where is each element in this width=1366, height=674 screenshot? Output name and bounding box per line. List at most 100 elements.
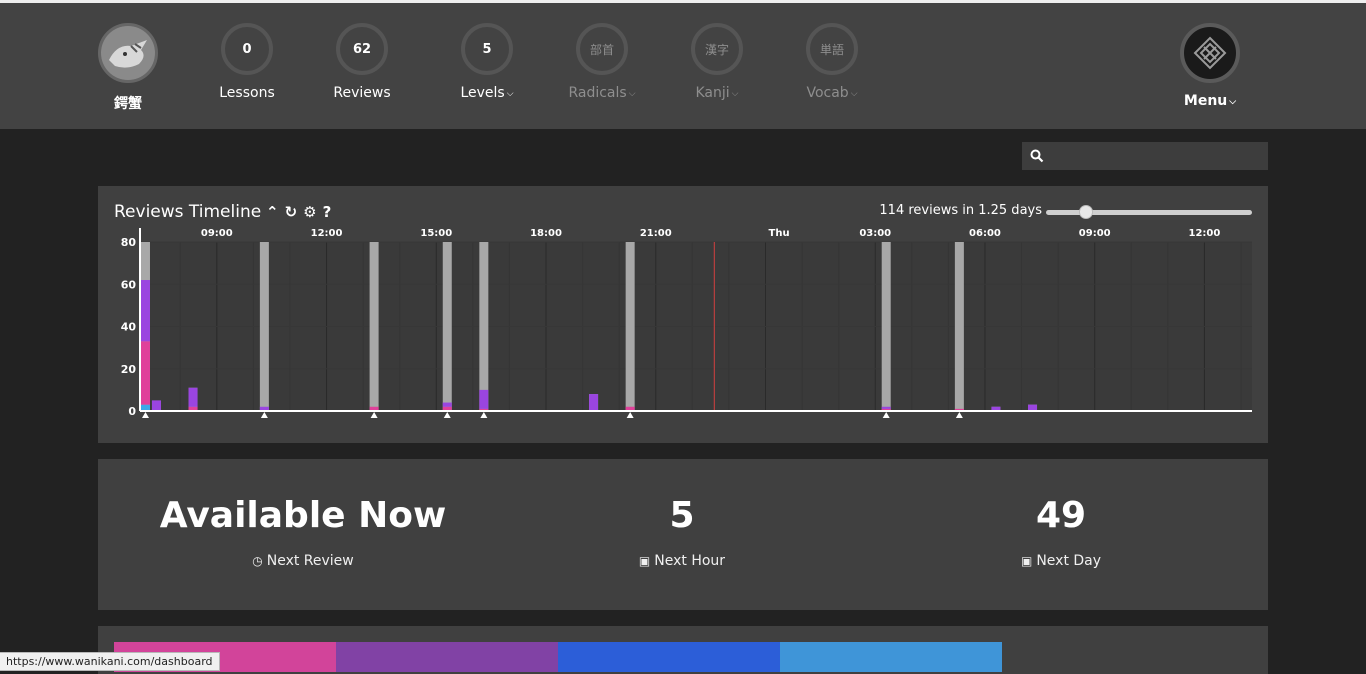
lessons-label[interactable]: Lessons xyxy=(187,85,307,101)
bar-kanji xyxy=(151,400,161,411)
time-label: 03:00 xyxy=(859,228,891,239)
vocab-label: Vocab xyxy=(806,85,849,101)
browser-status-url: https://www.wanikani.com/dashboard xyxy=(0,652,220,671)
forecast-next-review: Available Now ◷ Next Review xyxy=(153,489,453,569)
help-icon[interactable]: ? xyxy=(323,203,332,221)
y-tick-label: 0 xyxy=(128,405,136,418)
kanji-label: Kanji xyxy=(695,85,730,101)
bar-total xyxy=(479,242,489,411)
time-label: 18:00 xyxy=(530,228,562,239)
kanji-dropdown[interactable]: Kanji ⌵ xyxy=(657,85,777,101)
next-review-caption: ◷ Next Review xyxy=(153,553,453,569)
review-marker-icon xyxy=(141,412,149,418)
kanji-glyph[interactable]: 漢字 xyxy=(691,23,743,75)
time-label: 09:00 xyxy=(201,228,233,239)
chevron-down-icon: ⌵ xyxy=(506,89,514,99)
chevron-down-icon: ⌵ xyxy=(850,89,858,99)
time-label: 12:00 xyxy=(311,228,343,239)
avatar[interactable] xyxy=(98,23,158,83)
bar-total xyxy=(259,242,269,411)
bar-total xyxy=(442,242,452,411)
search-input[interactable] xyxy=(1050,142,1264,172)
time-label: 06:00 xyxy=(969,228,1001,239)
nav-user[interactable]: 鍔蟹 xyxy=(68,23,188,113)
refresh-icon[interactable]: ↻ xyxy=(285,203,298,221)
lessons-count[interactable]: 0 xyxy=(221,23,273,75)
nav-vocab[interactable]: 単語 Vocab ⌵ xyxy=(772,23,892,101)
reviews-count[interactable]: 62 xyxy=(336,23,388,75)
chevron-down-icon: ⌵ xyxy=(731,89,739,99)
next-day-label: Next Day xyxy=(1036,553,1102,569)
bar-kanji xyxy=(589,394,599,411)
review-marker-icon xyxy=(260,412,268,418)
y-tick-label: 40 xyxy=(121,321,137,334)
review-marker-icon xyxy=(955,412,963,418)
gear-icon[interactable]: ⚙ xyxy=(303,203,316,221)
next-hour-caption: ▣ Next Hour xyxy=(582,553,782,569)
bar-kanji xyxy=(479,389,489,409)
review-marker-icon xyxy=(480,412,488,418)
forecast-next-hour: 5 ▣ Next Hour xyxy=(582,489,782,569)
time-label: 21:00 xyxy=(640,228,672,239)
nav-menu[interactable]: Menu ⌵ xyxy=(1150,23,1270,109)
chevron-down-icon: ⌵ xyxy=(628,89,636,99)
time-label: 15:00 xyxy=(420,228,452,239)
reviews-label[interactable]: Reviews xyxy=(302,85,422,101)
slider-handle[interactable] xyxy=(1078,205,1093,219)
next-hour-value: 5 xyxy=(669,495,695,536)
next-review-value: Available Now xyxy=(159,495,447,536)
srs-segment[interactable] xyxy=(558,642,780,672)
nav-radicals[interactable]: 部首 Radicals ⌵ xyxy=(542,23,662,101)
radicals-glyph[interactable]: 部首 xyxy=(576,23,628,75)
logo-icon[interactable] xyxy=(1180,23,1240,83)
timeline-summary: 114 reviews in 1.25 days xyxy=(879,203,1042,218)
bar-total xyxy=(369,242,379,411)
nav-lessons[interactable]: 0 Lessons xyxy=(187,23,307,101)
bar-kanji xyxy=(140,280,150,342)
inbox-icon: ▣ xyxy=(1020,554,1033,568)
bar-kanji xyxy=(442,402,452,407)
clock-icon: ◷ xyxy=(252,554,263,568)
next-hour-label: Next Hour xyxy=(654,553,726,569)
next-day-caption: ▣ Next Day xyxy=(961,553,1161,569)
vocab-glyph[interactable]: 単語 xyxy=(806,23,858,75)
nav-kanji[interactable]: 漢字 Kanji ⌵ xyxy=(657,23,777,101)
time-label: 12:00 xyxy=(1189,228,1221,239)
radicals-label: Radicals xyxy=(568,85,627,101)
time-label: Thu xyxy=(769,228,790,239)
levels-dropdown[interactable]: Levels ⌵ xyxy=(427,85,547,101)
bar-kanji xyxy=(188,387,198,407)
search-icon xyxy=(1030,149,1044,163)
review-marker-icon xyxy=(443,412,451,418)
srs-progress-panel xyxy=(98,626,1268,674)
y-tick-label: 60 xyxy=(121,278,137,291)
chevron-down-icon: ⌵ xyxy=(1229,97,1237,107)
user-name[interactable]: 鍔蟹 xyxy=(68,93,188,113)
vocab-dropdown[interactable]: Vocab ⌵ xyxy=(772,85,892,101)
timeline-range-slider[interactable] xyxy=(1046,205,1252,219)
y-tick-label: 20 xyxy=(121,363,137,376)
y-tick-label: 80 xyxy=(121,236,137,249)
next-day-value: 49 xyxy=(1035,495,1087,536)
srs-segment[interactable] xyxy=(780,642,1002,672)
bar-total xyxy=(881,242,891,411)
bar-total xyxy=(625,242,635,411)
next-review-label: Next Review xyxy=(266,553,354,569)
nav-levels[interactable]: 5 Levels ⌵ xyxy=(427,23,547,101)
header-nav: 鍔蟹 0 Lessons 62 Reviews 5 Levels ⌵ 部首 Rad… xyxy=(0,3,1366,129)
collapse-chevron-up-icon[interactable]: ⌃ xyxy=(266,203,279,221)
timeline-controls: ⌃ ↻ ⚙ ? xyxy=(266,203,331,221)
review-marker-icon xyxy=(626,412,634,418)
levels-count[interactable]: 5 xyxy=(461,23,513,75)
radicals-dropdown[interactable]: Radicals ⌵ xyxy=(542,85,662,101)
search-box[interactable] xyxy=(1022,142,1268,172)
bar-radical xyxy=(140,341,150,405)
srs-segment[interactable] xyxy=(336,642,558,672)
forecast-panel: Available Now ◷ Next Review 5 ▣ Next Hour … xyxy=(98,459,1268,610)
review-marker-icon xyxy=(882,412,890,418)
nav-reviews[interactable]: 62 Reviews xyxy=(302,23,422,101)
forecast-next-day: 49 ▣ Next Day xyxy=(961,489,1161,569)
menu-dropdown[interactable]: Menu ⌵ xyxy=(1150,93,1270,109)
review-marker-icon xyxy=(370,412,378,418)
levels-label: Levels xyxy=(460,85,505,101)
